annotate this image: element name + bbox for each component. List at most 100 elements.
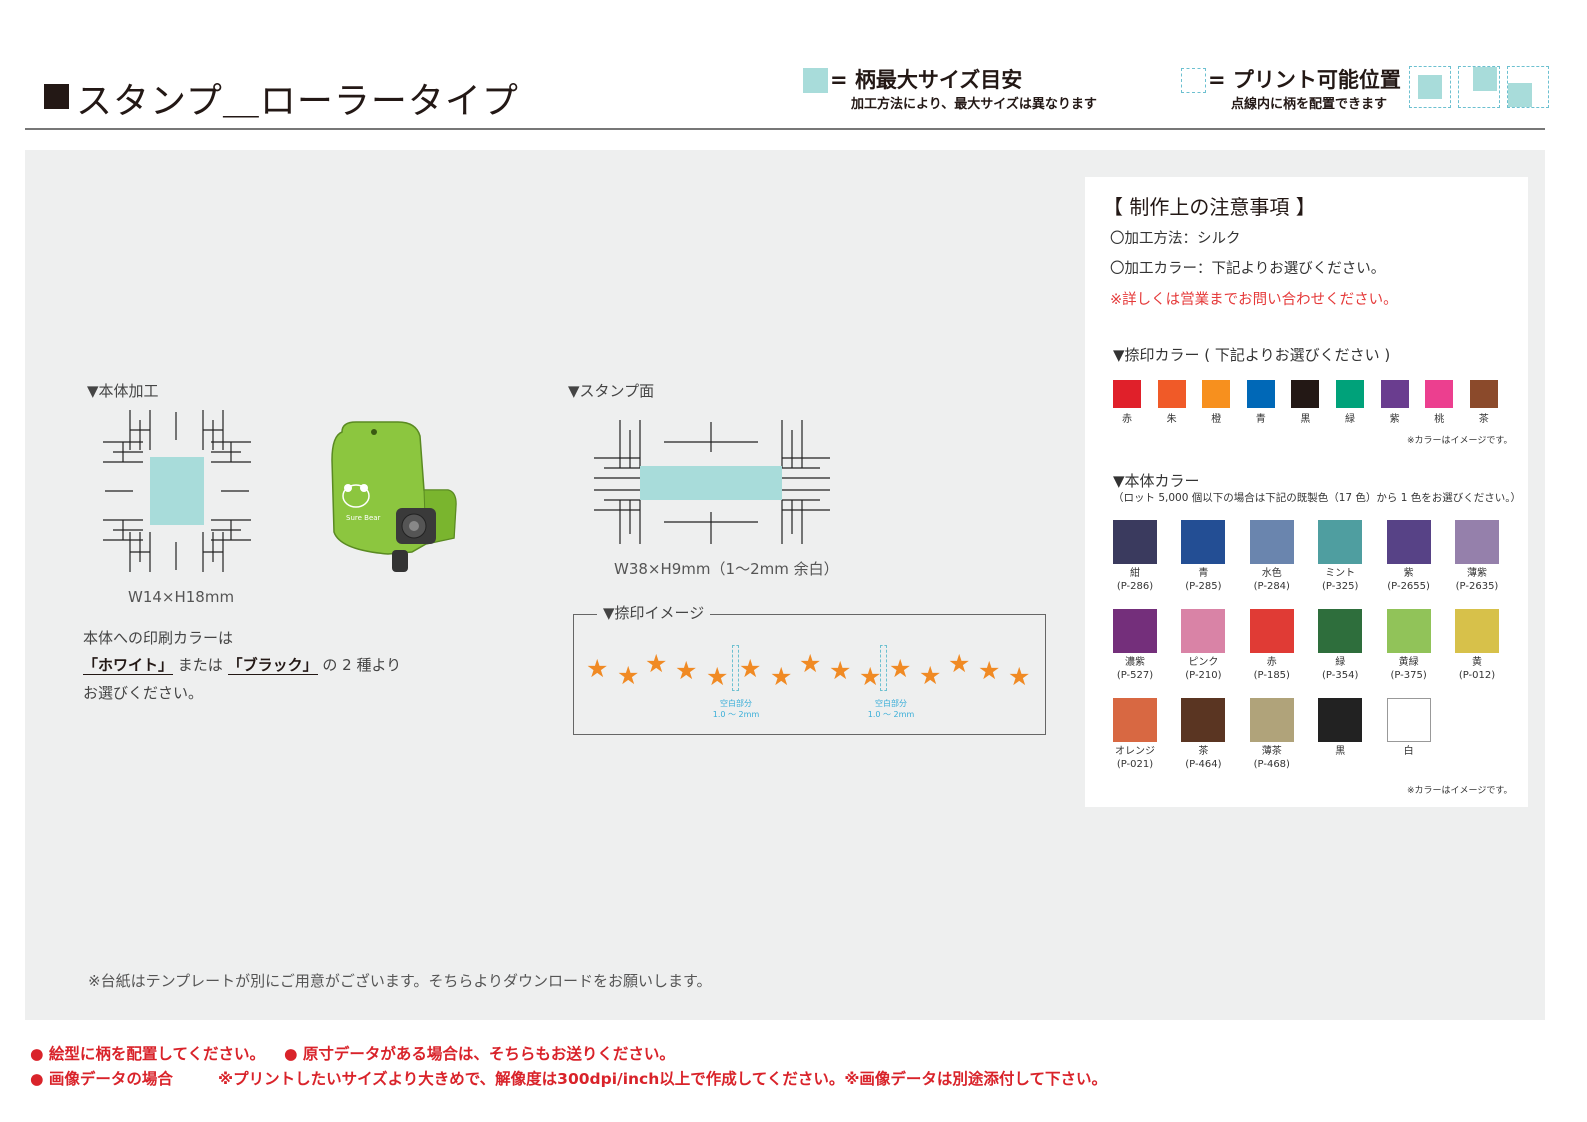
body-dimension: W14×H18mm <box>128 588 235 606</box>
body-color-code: (P-354) <box>1322 670 1359 681</box>
body-color-chip <box>1181 698 1226 742</box>
imprint-star: ★ <box>617 661 640 690</box>
ink-color-heading: ▼捺印カラー ( 下記よりお選びください ) <box>1113 346 1391 364</box>
body-color-name: ピンク <box>1188 657 1219 668</box>
body-color-code: (P-285) <box>1185 581 1222 592</box>
imprint-star: ★ <box>859 662 882 691</box>
imprint-star: ★ <box>978 656 1001 685</box>
imprint-star: ★ <box>919 661 942 690</box>
body-color-name: 赤 <box>1266 657 1277 668</box>
title-divider <box>25 128 1545 130</box>
ink-color-swatch: 赤 <box>1113 380 1141 425</box>
ink-color-name: 赤 <box>1122 414 1132 425</box>
body-color-chip <box>1181 520 1226 564</box>
page-title: スタンプ＿ローラータイプ <box>76 81 519 122</box>
body-color-name: 紫 <box>1403 568 1414 579</box>
body-color-chip <box>1386 698 1431 742</box>
body-color-name: 黄 <box>1472 657 1482 668</box>
body-color-code: (P-284) <box>1253 581 1290 592</box>
body-color-code: (P-464) <box>1185 759 1222 770</box>
ink-color-chip <box>1113 380 1141 408</box>
print-position-example-center <box>1409 66 1451 108</box>
imprint-star: ★ <box>739 654 762 683</box>
body-color-code: (P-210) <box>1185 670 1222 681</box>
body-color-label: 青 (P-285) <box>1169 567 1237 593</box>
ink-color-swatch: 黒 <box>1291 380 1320 425</box>
ink-color-name: 朱 <box>1166 414 1177 425</box>
ink-color-swatch: 紫 <box>1380 380 1409 425</box>
ink-color-swatch: 緑 <box>1336 380 1364 425</box>
notes-color: 〇加工カラー：下記よりお選びください。 <box>1110 261 1386 277</box>
body-color-label: 緑 (P-354) <box>1306 656 1374 682</box>
footer-item-image-data: ● 画像データの場合 <box>30 1070 173 1088</box>
body-color-image-note: ※カラーはイメージです。 <box>1407 786 1513 796</box>
notes-warning: ※詳しくは営業までお問い合わせください。 <box>1110 292 1398 308</box>
print-area-legend-note: 点線内に柄を配置できます <box>1231 97 1388 112</box>
ink-color-chip <box>1380 380 1409 408</box>
body-color-label: 白 <box>1375 745 1443 758</box>
svg-text:Sure Bear: Sure Bear <box>346 514 381 522</box>
body-color-code: (P-185) <box>1253 670 1290 681</box>
body-color-name: 白 <box>1403 746 1414 757</box>
print-position-example-bottom-right <box>1507 66 1549 108</box>
ink-color-chip <box>1336 380 1364 408</box>
notes-method: 〇加工方法：シルク <box>1110 231 1241 247</box>
body-color-label: ミント (P-325) <box>1306 567 1374 593</box>
stamp-face-dimension: W38×H9mm（1～2mm 余白） <box>614 560 839 578</box>
footer-item-original-data: ● 原寸データがある場合は、そちらもお送りください。 <box>284 1045 675 1063</box>
body-color-label: 紺 (P-286) <box>1101 567 1169 593</box>
gap-label-2-title: 空白部分 <box>875 699 907 708</box>
ink-color-name: 茶 <box>1478 414 1489 425</box>
body-color-chip <box>1113 520 1157 564</box>
ink-color-chip <box>1469 380 1498 408</box>
ink-color-swatch: 桃 <box>1425 380 1454 425</box>
body-color-name: 濃紫 <box>1125 657 1145 668</box>
body-color-code: (P-468) <box>1253 759 1290 770</box>
ink-color-name: 桃 <box>1434 414 1445 425</box>
body-color-note-line1: 本体への印刷カラーは <box>83 629 234 647</box>
body-color-label: ピンク (P-210) <box>1169 656 1237 682</box>
body-color-name: 黄緑 <box>1398 657 1419 668</box>
gap-marker-2 <box>880 645 887 691</box>
max-size-legend-label: = 柄最大サイズ目安 <box>830 68 1023 92</box>
body-color-label: 薄紫 (P-2635) <box>1443 567 1511 593</box>
imprint-star: ★ <box>770 662 793 691</box>
print-area-legend-label: = プリント可能位置 <box>1208 68 1401 92</box>
gap-marker-1 <box>732 645 739 691</box>
imprint-image-label: ▼捺印イメージ <box>597 602 711 623</box>
body-color-chip <box>1249 698 1294 742</box>
ink-color-swatch: 橙 <box>1202 380 1231 425</box>
ink-color-chip <box>1157 380 1186 408</box>
ink-color-name: 黒 <box>1300 414 1311 425</box>
gap-label-2-range: 1.0 ～ 2mm <box>867 710 915 719</box>
body-color-chip <box>1386 520 1431 564</box>
body-color-name: 薄紫 <box>1467 568 1487 579</box>
title-square-mark <box>44 84 69 109</box>
ink-color-name: 緑 <box>1345 414 1355 425</box>
imprint-star: ★ <box>829 656 852 685</box>
body-color-label: オレンジ (P-021) <box>1101 745 1169 771</box>
template-download-note: ※台紙はテンプレートが別にご用意がございます。そちらよりダウンロードをお願いしま… <box>88 972 712 990</box>
imprint-star: ★ <box>799 649 822 678</box>
ink-color-image-note: ※カラーはイメージです。 <box>1407 436 1513 446</box>
body-color-chip <box>1249 609 1294 653</box>
body-color-code: (P-2655) <box>1387 581 1430 592</box>
body-color-swatch: 薄茶 (P-468) <box>1249 698 1318 771</box>
ink-color-name: 青 <box>1255 414 1266 425</box>
ink-color-swatch: 朱 <box>1157 380 1186 425</box>
body-color-label: 紫 (P-2655) <box>1375 567 1443 593</box>
imprint-star: ★ <box>948 649 971 678</box>
body-color-name: 黒 <box>1335 746 1346 757</box>
imprint-star: ★ <box>675 656 698 685</box>
body-color-label: 黄 (P-012) <box>1443 656 1511 682</box>
gap-label-1-range: 1.0 ～ 2mm <box>712 710 760 719</box>
body-processing-label: ▼本体加工 <box>87 382 159 400</box>
max-size-legend-note: 加工方法により、最大サイズは異なります <box>851 97 1097 112</box>
gap-label-1: 空白部分 1.0 ～ 2mm <box>701 698 771 720</box>
body-color-chip <box>1113 609 1157 653</box>
body-color-label: 黄緑 (P-375) <box>1375 656 1443 682</box>
white-option: 「ホワイト」 <box>83 656 174 675</box>
body-color-code: (P-012) <box>1458 670 1496 681</box>
body-color-note-line2: 「ホワイト」 または 「ブラック」 の 2 種より <box>83 654 401 675</box>
body-color-label: 赤 (P-185) <box>1238 656 1306 682</box>
